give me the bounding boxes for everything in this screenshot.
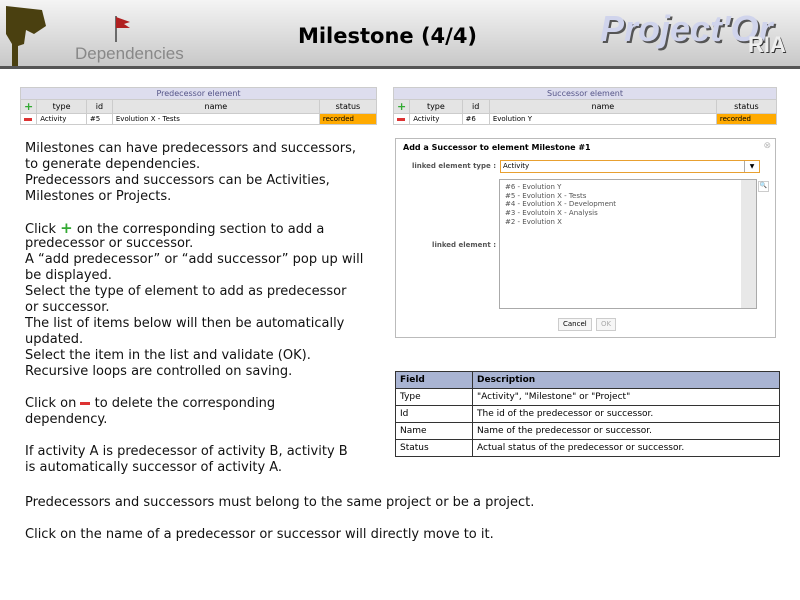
- col-status: status: [715, 99, 778, 114]
- cancel-button[interactable]: Cancel: [558, 318, 592, 331]
- cell-name[interactable]: Evolution X - Tests: [111, 113, 320, 125]
- status-badge: recorded: [318, 113, 378, 125]
- cell-id: #6: [461, 113, 490, 125]
- text-line: Select the type of element to add as pre…: [25, 284, 347, 299]
- list-item[interactable]: #3 - Evolutoin X - Analysis: [500, 209, 756, 218]
- text-line: or successor.: [25, 300, 110, 315]
- list-item[interactable]: #5 - Evolution X - Tests: [500, 192, 756, 201]
- field-table: Field Description Type "Activity", "Milest…: [395, 371, 780, 457]
- col-name: name: [111, 99, 320, 114]
- close-icon[interactable]: ⊗: [763, 141, 771, 151]
- text-line: The list of items below will then be aut…: [25, 316, 345, 331]
- text-line: A “add predecessor” or “add successor” p…: [25, 252, 364, 267]
- text-line: Select the item in the list and validate…: [25, 348, 311, 363]
- add-successor-icon[interactable]: +: [397, 100, 406, 113]
- header-description: Description: [472, 371, 780, 389]
- text-line: Click: [25, 222, 56, 237]
- table-row: Name Name of the predecessor or successor…: [395, 422, 780, 440]
- cell-type: Activity: [409, 113, 463, 125]
- cell: Name of the predecessor or successor.: [472, 422, 780, 440]
- minus-icon: [80, 402, 91, 405]
- list-item[interactable]: #6 - Evolution Y: [500, 180, 756, 192]
- search-icon[interactable]: 🔍: [758, 181, 769, 192]
- text-line: to delete the corresponding: [94, 396, 276, 411]
- table-row: Status Actual status of the predecessor o…: [395, 439, 780, 457]
- text-line: Click on: [25, 396, 77, 411]
- cell: The id of the predecessor or successor.: [472, 405, 780, 423]
- text-line: Predecessors and successors must belong …: [25, 495, 535, 510]
- brand-sub: RIA: [748, 32, 786, 57]
- col-id: id: [85, 99, 113, 114]
- add-predecessor-icon[interactable]: +: [24, 100, 33, 113]
- cell: "Activity", "Milestone" or "Project": [472, 388, 780, 406]
- delete-icon[interactable]: [24, 117, 32, 121]
- dialog-title: Add a Successor to element Milestone #1: [403, 143, 591, 152]
- add-successor-dialog: Add a Successor to element Milestone #1 …: [395, 138, 776, 338]
- header-field: Field: [395, 371, 473, 389]
- col-status: status: [318, 99, 378, 114]
- table-row: Id The id of the predecessor or successor…: [395, 405, 780, 423]
- col-type: type: [36, 99, 87, 114]
- col-id: id: [461, 99, 490, 114]
- table-row: Type "Activity", "Milestone" or "Project": [395, 388, 780, 406]
- scrollbar[interactable]: [741, 180, 756, 308]
- chevron-down-icon[interactable]: ▼: [744, 161, 759, 172]
- brand-logo: Project'Or: [600, 8, 773, 49]
- table-row: Activity #6 Evolution Yrecorded: [392, 113, 778, 125]
- col-name: name: [488, 99, 717, 114]
- text-line: on the corresponding section to add a: [76, 222, 325, 237]
- col-type: type: [409, 99, 463, 114]
- cell-type: Activity: [36, 113, 87, 125]
- text-line: Recursive loops are controlled on saving…: [25, 364, 293, 379]
- text-line: Milestones or Projects.: [25, 189, 172, 204]
- delete-icon[interactable]: [397, 117, 405, 121]
- text-line: to generate dependencies.: [25, 157, 201, 172]
- list-item[interactable]: #4 - Evolution X - Development: [500, 200, 756, 209]
- type-select[interactable]: Activity ▼: [500, 160, 760, 173]
- type-value: Activity: [503, 162, 530, 170]
- type-label: linked element type :: [411, 162, 496, 170]
- cell: Type: [395, 388, 473, 406]
- header: Dependencies Milestone (4/4) Project'Or …: [0, 0, 800, 69]
- cell-id: #5: [85, 113, 113, 125]
- cell-name[interactable]: Evolution Y: [488, 113, 717, 125]
- cell: Name: [395, 422, 473, 440]
- table-row: Activity #5 Evolution X - Tests recorded: [19, 113, 378, 125]
- element-list[interactable]: #6 - Evolution Y #5 - Evolution X - Test…: [499, 179, 757, 309]
- cell: Id: [395, 405, 473, 423]
- successor-table: Successor element + type id name status Acti…: [392, 87, 778, 125]
- ok-button[interactable]: OK: [596, 318, 617, 331]
- cell: Status: [395, 439, 473, 457]
- text-line: is automatically successor of activity A…: [25, 460, 283, 475]
- plus-icon: +: [60, 219, 73, 237]
- text-line: dependency.: [25, 412, 108, 427]
- text-line: Milestones can have predecessors and suc…: [25, 141, 357, 156]
- text-line: If activity A is predecessor of activity…: [25, 444, 348, 459]
- predecessor-table: Predecessor element + type id name status Ac…: [19, 87, 378, 125]
- text-line: updated.: [25, 332, 84, 347]
- element-label: linked element :: [432, 241, 496, 249]
- text-line: Predecessors and successors can be Activ…: [25, 173, 330, 188]
- text-line: be displayed.: [25, 268, 112, 283]
- list-item[interactable]: #2 - Evolution X: [500, 218, 756, 227]
- text-line: predecessor or successor.: [25, 236, 194, 251]
- caption: Successor element: [393, 87, 777, 100]
- status-badge: recorded: [715, 113, 778, 125]
- text-line: Click on the name of a predecessor or su…: [25, 527, 494, 542]
- caption: Predecessor element: [20, 87, 377, 100]
- cell: Actual status of the predecessor or succ…: [472, 439, 780, 457]
